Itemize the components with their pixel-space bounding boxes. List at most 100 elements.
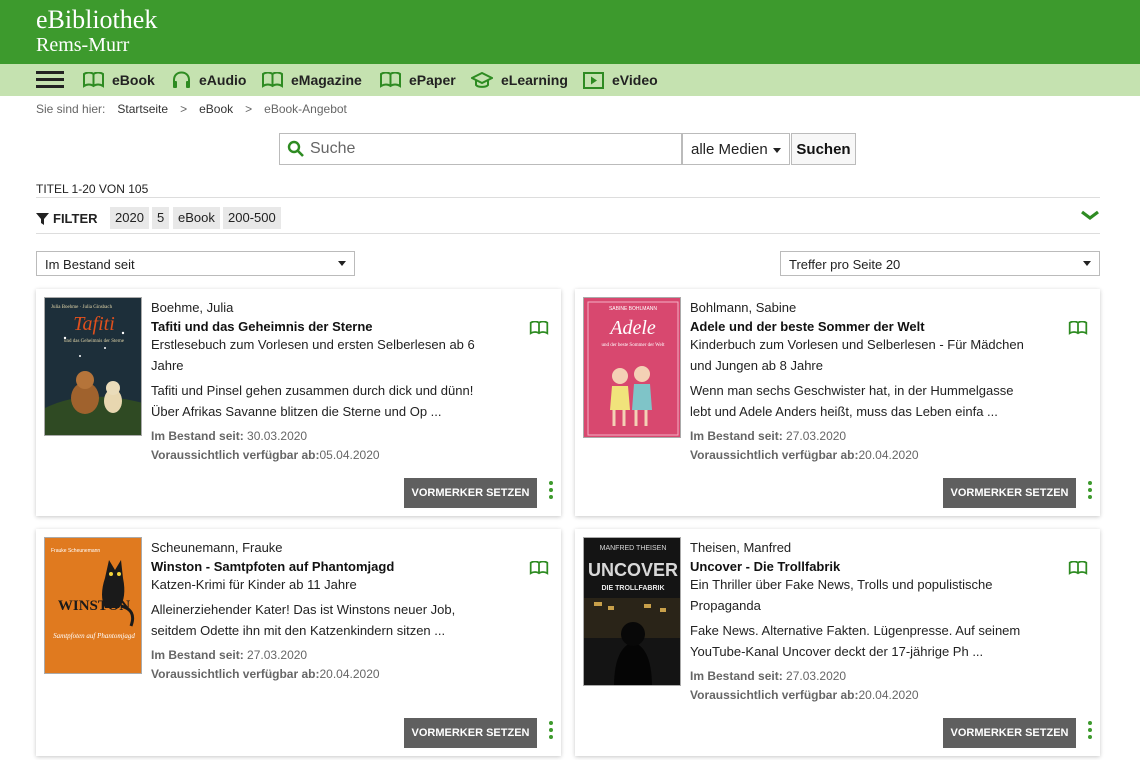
cover-title: WINSTON xyxy=(58,598,130,614)
book-description: Tafiti und Pinsel gehen zusammen durch d… xyxy=(151,383,474,419)
book-description: Fake News. Alternative Fakten. Lügenpres… xyxy=(690,623,1021,659)
filter-chip[interactable]: 2020 xyxy=(110,207,149,229)
divider xyxy=(36,197,1100,198)
nav-label: ePaper xyxy=(409,72,456,88)
stock-label: Im Bestand seit: xyxy=(690,429,783,443)
book-description: Alleinerziehender Kater! Das ist Winston… xyxy=(151,602,456,638)
search-icon xyxy=(287,140,304,157)
stock-label: Im Bestand seit: xyxy=(151,648,244,662)
stock-date: 27.03.2020 xyxy=(786,429,847,443)
reserve-button[interactable]: VORMERKER SETZEN xyxy=(943,478,1076,508)
cover-subtitle: und das Geheimnis der Sterne xyxy=(64,339,125,344)
book-title[interactable]: Tafiti und das Geheimnis der Sterne xyxy=(151,319,491,334)
sort-select-value: Im Bestand seit xyxy=(45,257,135,272)
more-options-icon[interactable] xyxy=(549,721,553,742)
filter-chip[interactable]: 5 xyxy=(152,207,170,229)
stock-date: 27.03.2020 xyxy=(247,648,308,662)
breadcrumb-separator: > xyxy=(245,102,253,116)
page-size-select[interactable]: Treffer pro Seite 20 xyxy=(780,251,1100,276)
nav-item-evideo[interactable]: eVideo xyxy=(583,69,658,91)
availability-date: 20.04.2020 xyxy=(858,688,919,702)
reserve-button[interactable]: VORMERKER SETZEN xyxy=(404,718,537,748)
book-meta: Im Bestand seit: 27.03.2020 Voraussichtl… xyxy=(690,427,1030,465)
graduation-cap-icon xyxy=(471,71,493,88)
book-card: Julia Boehme · Julia Ginsbach Tafiti und… xyxy=(36,289,561,516)
nav-item-ebook[interactable]: eBook xyxy=(83,69,155,91)
book-card: MANFRED THEISEN UNCOVER DIE TROLLFABRIK … xyxy=(575,529,1100,756)
chevron-down-icon xyxy=(773,148,781,153)
filter-toggle[interactable]: FILTER xyxy=(36,211,98,226)
book-cover[interactable]: MANFRED THEISEN UNCOVER DIE TROLLFABRIK xyxy=(583,537,681,686)
cover-subtitle: DIE TROLLFABRIK xyxy=(602,585,665,592)
stock-label: Im Bestand seit: xyxy=(151,429,244,443)
breadcrumb-home[interactable]: Startseite xyxy=(117,102,168,116)
book-cover[interactable]: Frauke Scheunemann WINSTON Samtpfoten au… xyxy=(44,537,142,674)
book-title[interactable]: Adele und der beste Sommer der Welt xyxy=(690,319,1030,334)
chevron-down-icon[interactable] xyxy=(1080,210,1100,222)
reserve-button[interactable]: VORMERKER SETZEN xyxy=(404,478,537,508)
open-book-icon xyxy=(529,321,549,335)
stock-date: 27.03.2020 xyxy=(786,669,847,683)
media-select-value: alle Medien xyxy=(691,141,768,158)
breadcrumb-ebook[interactable]: eBook xyxy=(199,102,233,116)
stock-label: Im Bestand seit: xyxy=(690,669,783,683)
book-info: Theisen, Manfred Uncover - Die Trollfabr… xyxy=(690,540,1030,705)
nav-item-epaper[interactable]: ePaper xyxy=(380,69,456,91)
book-description: Wenn man sechs Geschwister hat, in der H… xyxy=(690,383,1014,419)
book-card: SABINE BOHLMANN Adele und der beste Somm… xyxy=(575,289,1100,516)
availability-date: 20.04.2020 xyxy=(319,667,380,681)
cover-author: Julia Boehme · Julia Ginsbach xyxy=(51,305,113,310)
cover-subtitle: und der beste Sommer der Welt xyxy=(602,343,666,348)
menu-icon[interactable] xyxy=(36,71,64,89)
play-icon xyxy=(583,71,604,89)
nav-label: eAudio xyxy=(199,72,247,88)
book-author[interactable]: Theisen, Manfred xyxy=(690,540,1030,555)
filter-chip[interactable]: eBook xyxy=(173,207,220,229)
sort-select[interactable]: Im Bestand seit xyxy=(36,251,355,276)
nav-item-emagazine[interactable]: eMagazine xyxy=(262,69,362,91)
media-type-select[interactable]: alle Medien xyxy=(682,133,790,165)
book-author[interactable]: Scheunemann, Frauke xyxy=(151,540,491,555)
book-subtitle: Ein Thriller über Fake News, Trolls und … xyxy=(690,577,993,613)
book-cover[interactable]: Julia Boehme · Julia Ginsbach Tafiti und… xyxy=(44,297,142,436)
cover-title: UNCOVER xyxy=(588,560,678,580)
search-input[interactable] xyxy=(310,138,670,160)
headphones-icon xyxy=(173,71,190,88)
reserve-button[interactable]: VORMERKER SETZEN xyxy=(943,718,1076,748)
nav-item-eaudio[interactable]: eAudio xyxy=(172,69,246,91)
nav-label: eMagazine xyxy=(291,72,362,88)
availability-label: Voraussichtlich verfügbar ab: xyxy=(690,688,859,702)
cover-subtitle: Samtpfoten auf Phantomjagd xyxy=(53,632,135,640)
divider xyxy=(36,233,1100,234)
availability-date: 20.04.2020 xyxy=(858,448,919,462)
book-subtitle: Erstlesebuch zum Vorlesen und ersten Sel… xyxy=(151,337,475,373)
more-options-icon[interactable] xyxy=(1088,481,1092,502)
book-title[interactable]: Winston - Samtpfoten auf Phantomjagd xyxy=(151,559,491,574)
brand-subtitle[interactable]: Rems-Murr xyxy=(36,34,129,57)
cover-title: Tafiti xyxy=(73,313,115,335)
cover-author: Frauke Scheunemann xyxy=(51,548,100,554)
nav-item-elearning[interactable]: eLearning xyxy=(471,69,568,91)
open-book-icon xyxy=(1068,321,1088,335)
book-info: Scheunemann, Frauke Winston - Samtpfoten… xyxy=(151,540,491,684)
book-cover[interactable]: SABINE BOHLMANN Adele und der beste Somm… xyxy=(583,297,681,438)
nav-label: eBook xyxy=(112,72,155,88)
filter-label: FILTER xyxy=(53,211,98,226)
more-options-icon[interactable] xyxy=(549,481,553,502)
more-options-icon[interactable] xyxy=(1088,721,1092,742)
filter-chip[interactable]: 200-500 xyxy=(223,207,281,229)
nav-label: eLearning xyxy=(501,72,568,88)
main-nav: eBook eAudio eMagazine ePaper eLearning … xyxy=(0,64,1140,96)
search-button[interactable]: Suchen xyxy=(791,133,856,165)
book-subtitle: Kinderbuch zum Vorlesen und Selberlesen … xyxy=(690,337,1024,373)
brand-title[interactable]: eBibliothek xyxy=(36,5,157,35)
book-title[interactable]: Uncover - Die Trollfabrik xyxy=(690,559,1030,574)
header-bar: eBibliothek Rems-Murr xyxy=(0,0,1140,64)
availability-label: Voraussichtlich verfügbar ab: xyxy=(151,448,320,462)
open-book-icon xyxy=(1068,561,1088,575)
book-info: Boehme, Julia Tafiti und das Geheimnis d… xyxy=(151,300,491,465)
book-author[interactable]: Bohlmann, Sabine xyxy=(690,300,1030,315)
book-meta: Im Bestand seit: 30.03.2020 Voraussichtl… xyxy=(151,427,491,465)
page-size-value: Treffer pro Seite 20 xyxy=(789,257,901,272)
book-author[interactable]: Boehme, Julia xyxy=(151,300,491,315)
